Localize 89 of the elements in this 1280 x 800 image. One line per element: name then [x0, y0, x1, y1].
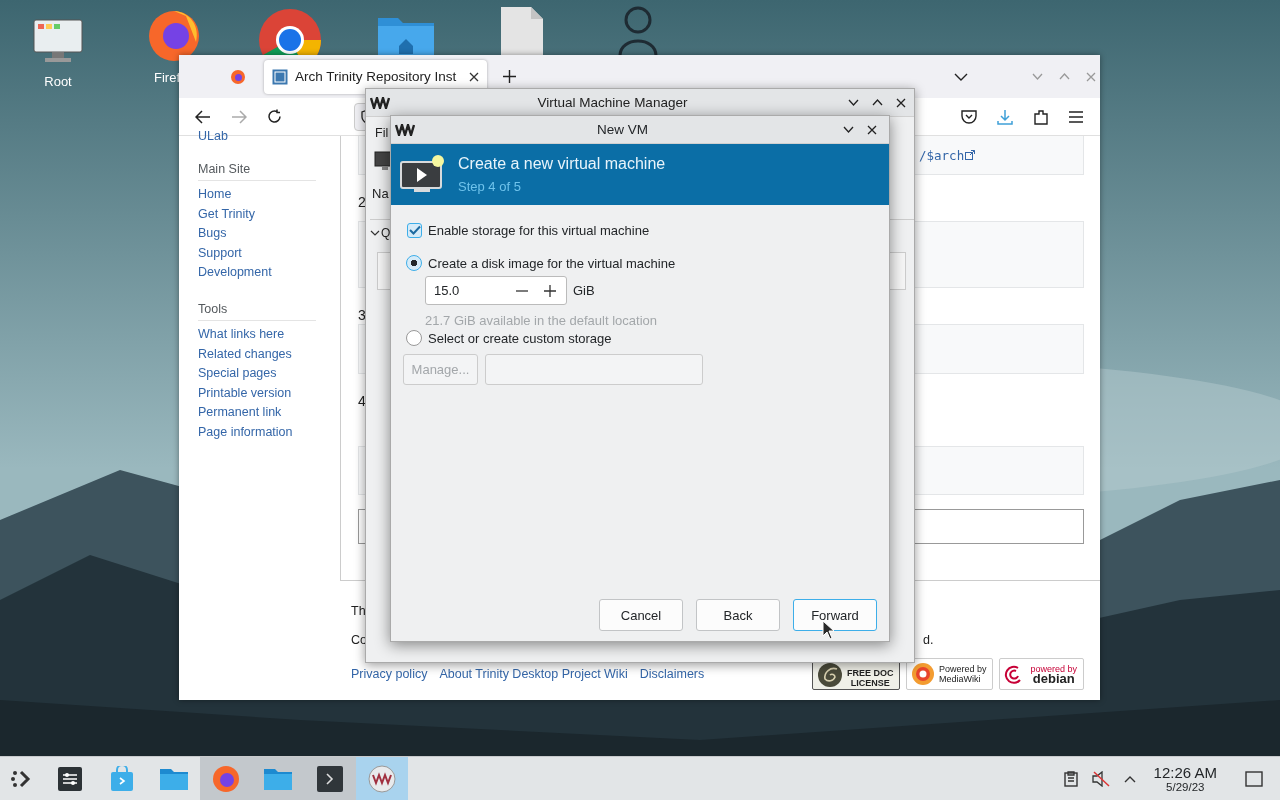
vm-logo-icon	[370, 96, 390, 109]
vm-logo-icon	[395, 123, 415, 136]
checkbox[interactable]	[407, 222, 422, 238]
task-button[interactable]	[304, 757, 356, 800]
sidebar-link[interactable]: Get Trinity	[198, 204, 340, 225]
clock-date[interactable]: 5/29/23	[1166, 780, 1205, 794]
window-title: New VM	[596, 122, 649, 137]
dialog-button[interactable]: Cancel	[599, 599, 683, 631]
size-spinbox[interactable]: 15.0	[425, 276, 567, 305]
sidebar-link[interactable]: Related changes	[198, 344, 340, 365]
close-icon[interactable]	[867, 124, 877, 135]
task-button[interactable]	[356, 757, 408, 800]
site-icon	[272, 68, 288, 85]
cursor-icon	[822, 620, 835, 640]
hint-text: 21.7 GiB available in the default location	[425, 313, 658, 328]
sidebar-heading: Tools	[198, 301, 316, 321]
caret-up-icon[interactable]	[1123, 774, 1136, 783]
code-link[interactable]: /$arch	[919, 147, 965, 163]
sidebar-link[interactable]: Page information	[198, 422, 340, 443]
footer-text: Th	[351, 603, 366, 619]
back-icon[interactable]	[195, 109, 211, 124]
group-label[interactable]: Q	[381, 226, 391, 240]
spiral-icon	[816, 662, 843, 688]
sunflower-icon	[910, 662, 935, 686]
sidebar-link[interactable]: Printable version	[198, 383, 340, 404]
sidebar-link[interactable]: Development	[198, 263, 340, 283]
radio-button[interactable]	[406, 330, 422, 346]
sidebar-link[interactable]: Home	[198, 185, 340, 205]
sidebar-heading: Main Site	[198, 162, 316, 181]
dialog-heading: Create a new virtual machine	[458, 155, 666, 173]
desktop-icon-label[interactable]: Root	[44, 74, 72, 89]
muted-speaker-icon[interactable]	[1091, 770, 1110, 787]
menu-icon[interactable]	[1069, 110, 1083, 123]
sliders-icon	[58, 766, 82, 791]
maximize-icon[interactable]	[872, 99, 883, 106]
pocket-icon[interactable]	[961, 109, 977, 124]
vm-logo-icon	[368, 764, 396, 793]
plus-icon[interactable]	[544, 284, 556, 297]
footer-text: d.	[923, 632, 934, 648]
reload-icon[interactable]	[267, 109, 282, 124]
radio-label[interactable]: Create a disk image for the virtual machine	[428, 255, 676, 271]
step-label: Step 4 of 5	[458, 179, 522, 194]
sidebar-link[interactable]: Special pages	[198, 364, 340, 384]
chevron-down-icon[interactable]	[370, 230, 380, 236]
window-title: Virtual Machine Manager	[536, 95, 689, 110]
dialog-button[interactable]: Forward	[793, 599, 877, 631]
file-icon[interactable]	[500, 6, 544, 55]
show-desktop-icon[interactable]	[1245, 770, 1263, 787]
monitor-icon[interactable]	[33, 18, 83, 64]
terminal-icon	[317, 765, 343, 792]
download-icon[interactable]	[997, 108, 1013, 125]
powered-by-badge[interactable]: Powered by MediaWiki	[905, 658, 994, 690]
footer-link[interactable]: Privacy policy	[351, 667, 428, 681]
clipboard-icon[interactable]	[1063, 770, 1078, 787]
folder-icon	[263, 766, 293, 791]
unit-label: GiB	[573, 283, 595, 298]
chevron-down-icon[interactable]	[954, 72, 968, 81]
fox-globe-icon	[230, 68, 246, 85]
list-number: 2	[358, 193, 366, 211]
fox-globe-icon	[212, 764, 240, 793]
radio-label[interactable]: Select or create custom storage	[428, 330, 612, 346]
minimize-icon[interactable]	[843, 126, 854, 133]
footer-link[interactable]: About Trinity Desktop Project Wiki	[439, 667, 628, 681]
bag-icon	[110, 765, 134, 792]
radio-button[interactable]	[406, 255, 422, 271]
puzzle-icon[interactable]	[1033, 108, 1049, 125]
close-icon[interactable]	[896, 97, 906, 108]
minimize-icon[interactable]	[848, 99, 859, 106]
user-icon[interactable]	[618, 6, 658, 55]
sidebar-link[interactable]: ULab	[198, 129, 340, 143]
close-icon[interactable]	[469, 71, 479, 82]
path-field[interactable]	[485, 354, 703, 385]
clock-time[interactable]: 12:26 AM	[1153, 763, 1217, 781]
browser-tab[interactable]: Arch Trinity Repository Inst	[264, 59, 487, 94]
folder-icon	[159, 766, 189, 791]
new-tab-icon[interactable]	[503, 70, 516, 83]
sidebar-link[interactable]: Bugs	[198, 224, 340, 244]
checkbox-label[interactable]: Enable storage for this virtual machine	[428, 222, 650, 238]
list-number: 4	[358, 392, 366, 410]
sidebar-link[interactable]: Support	[198, 243, 340, 264]
list-number: 3	[358, 306, 366, 324]
desktop-icon-label[interactable]: Firef	[154, 70, 180, 85]
sidebar-link[interactable]: Permanent link	[198, 403, 340, 423]
sidebar-link[interactable]: What links here	[198, 324, 340, 345]
dialog-button[interactable]: Back	[696, 599, 780, 631]
powered-by-badge[interactable]: powered by debian	[999, 658, 1084, 690]
minus-icon[interactable]	[516, 289, 528, 292]
footer-link[interactable]: Disclaimers	[639, 667, 705, 681]
external-link-icon	[965, 150, 976, 160]
